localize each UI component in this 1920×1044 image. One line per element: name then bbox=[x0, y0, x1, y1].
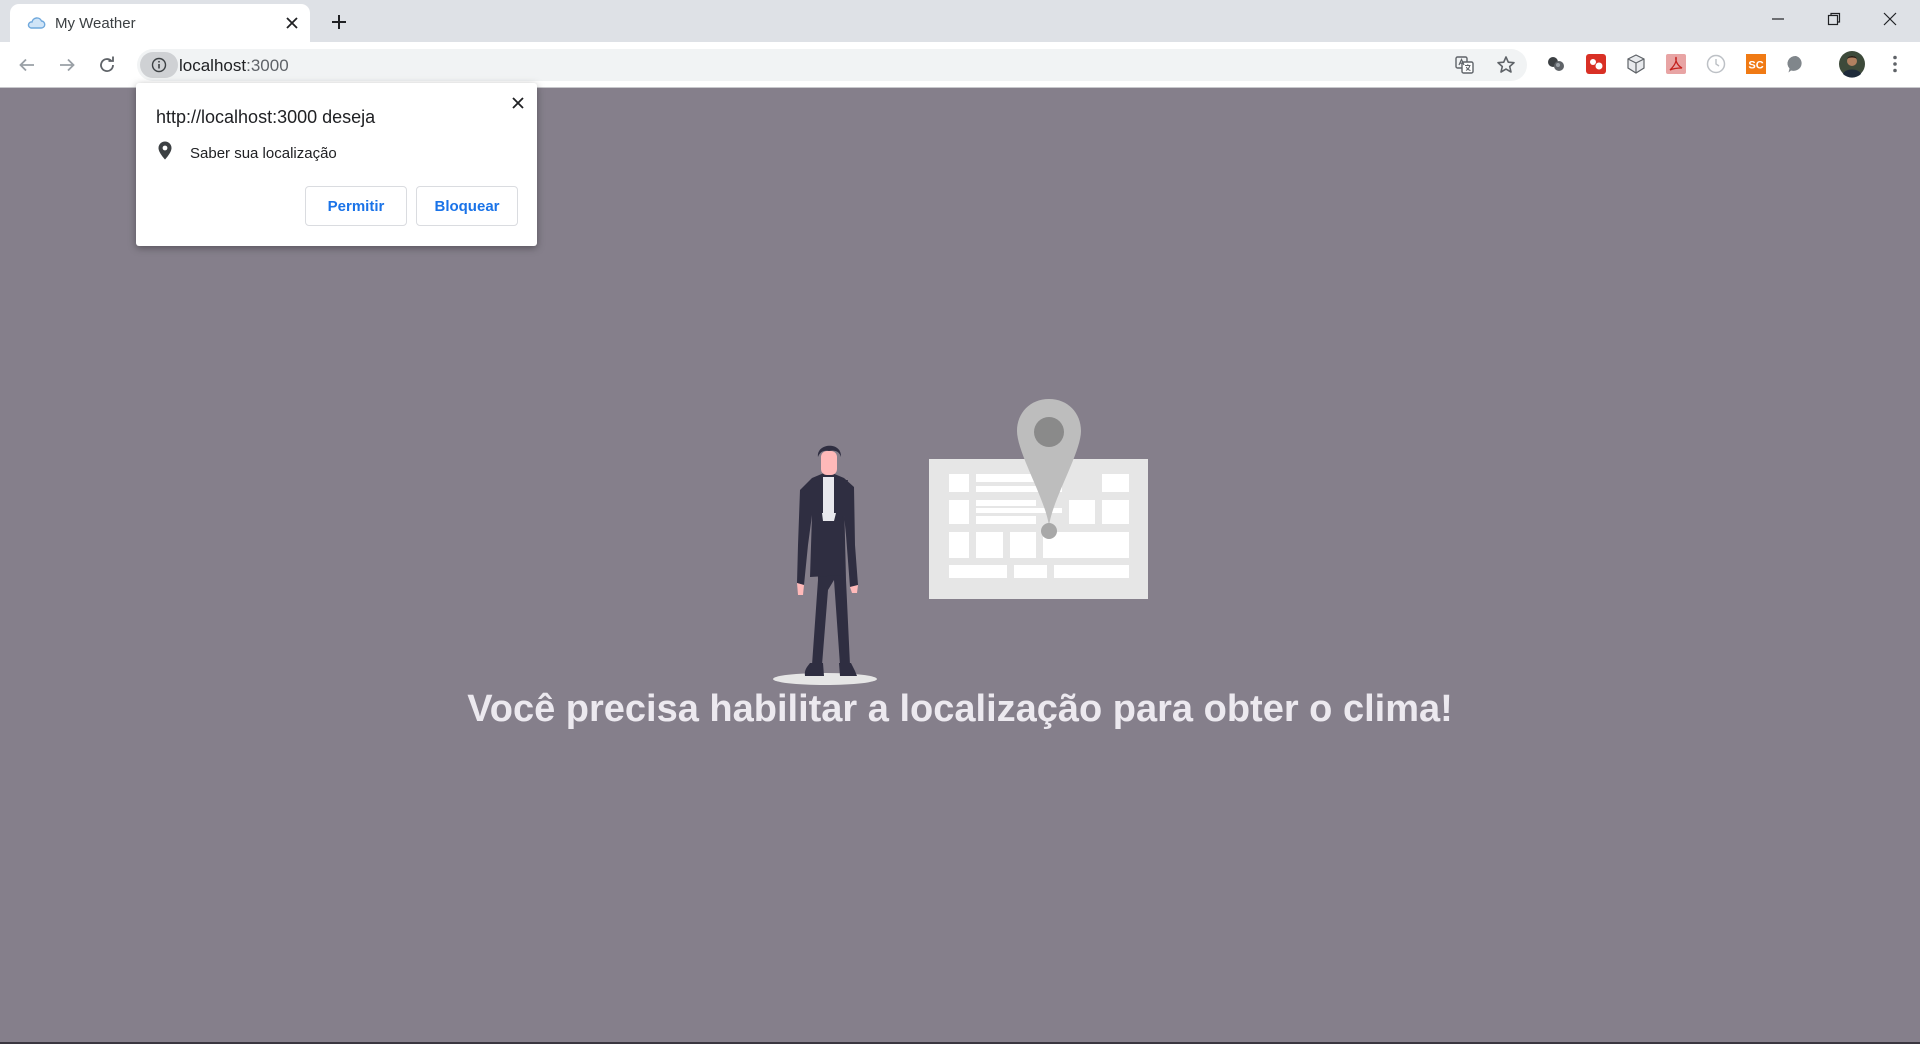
location-required-message: Você precisa habilitar a localização par… bbox=[467, 688, 1453, 730]
bookmark-star-icon[interactable] bbox=[1494, 53, 1518, 77]
url-port: :3000 bbox=[246, 56, 289, 75]
address-bar[interactable]: localhost:3000 bbox=[137, 49, 1527, 81]
ext-sc-icon[interactable]: SC bbox=[1744, 52, 1768, 76]
minimize-icon[interactable] bbox=[1750, 0, 1806, 38]
chrome-menu-icon[interactable] bbox=[1883, 52, 1907, 76]
site-info-icon[interactable] bbox=[140, 52, 178, 78]
url-host: localhost bbox=[179, 56, 247, 75]
location-permission-prompt: http://localhost:3000 deseja Saber sua l… bbox=[136, 83, 537, 246]
ext-red-app-icon[interactable] bbox=[1584, 52, 1608, 76]
location-pin-icon bbox=[158, 141, 172, 165]
standing-person-figure bbox=[773, 445, 877, 685]
url-text[interactable]: localhost:3000 bbox=[179, 56, 289, 76]
permission-request-text: Saber sua localização bbox=[190, 144, 337, 162]
permission-close-icon[interactable] bbox=[506, 91, 530, 115]
tab-close-icon[interactable] bbox=[280, 11, 304, 35]
block-button[interactable]: Bloquear bbox=[416, 186, 518, 226]
ext-gray-icon[interactable] bbox=[1784, 52, 1808, 76]
tab-strip: My Weather bbox=[0, 0, 1920, 42]
ext-bubbles-icon[interactable] bbox=[1544, 52, 1568, 76]
cloud-icon bbox=[26, 15, 46, 31]
translate-icon[interactable] bbox=[1453, 53, 1477, 77]
ext-clock-icon[interactable] bbox=[1704, 52, 1728, 76]
permission-title: http://localhost:3000 deseja bbox=[156, 107, 376, 127]
back-icon[interactable] bbox=[11, 49, 43, 81]
allow-button[interactable]: Permitir bbox=[305, 186, 407, 226]
new-tab-icon[interactable] bbox=[325, 8, 353, 36]
ext-cube-icon[interactable] bbox=[1624, 52, 1648, 76]
tab-my-weather[interactable]: My Weather bbox=[10, 4, 310, 42]
permission-request-row: Saber sua localização bbox=[158, 141, 337, 165]
svg-text:SC: SC bbox=[1748, 60, 1763, 72]
ext-pdf-icon[interactable] bbox=[1664, 52, 1688, 76]
profile-avatar[interactable] bbox=[1838, 50, 1866, 78]
tab-title: My Weather bbox=[55, 15, 136, 32]
forward-icon[interactable] bbox=[51, 49, 83, 81]
window-close-icon[interactable] bbox=[1862, 0, 1918, 38]
restore-icon[interactable] bbox=[1806, 0, 1862, 38]
location-illustration bbox=[773, 399, 1148, 685]
reload-icon[interactable] bbox=[91, 49, 123, 81]
